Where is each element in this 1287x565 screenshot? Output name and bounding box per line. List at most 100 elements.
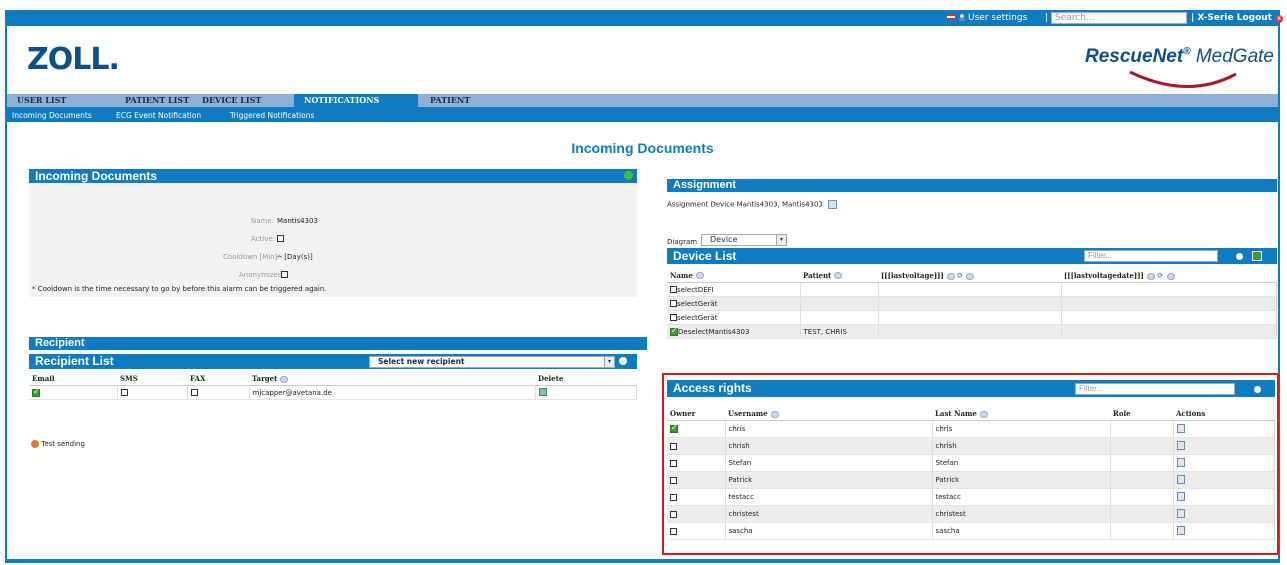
- header: ZOLL. RescueNet® MedGate: [7, 26, 1278, 94]
- col-email[interactable]: Email: [29, 372, 117, 386]
- owner-checkbox[interactable]: [667, 522, 726, 540]
- anonymized-label: Anonymized:: [239, 271, 285, 279]
- table-row[interactable]: selectGerät: [667, 296, 1277, 311]
- logout-label: X-Serie Logout: [1197, 13, 1272, 23]
- col-sms[interactable]: SMS: [117, 372, 187, 386]
- access-filter-icon[interactable]: [1254, 386, 1261, 393]
- sort-icon[interactable]: [979, 410, 988, 418]
- anonymized-checkbox[interactable]: [281, 270, 288, 278]
- device-name-cell[interactable]: selectDEFI: [667, 282, 801, 297]
- test-sending-icon: [31, 440, 39, 448]
- table-row[interactable]: testacc testacc: [667, 488, 1275, 506]
- add-recipient-icon[interactable]: [619, 357, 627, 365]
- owner-checkbox[interactable]: [667, 437, 726, 455]
- email-checkbox[interactable]: [29, 385, 118, 400]
- select-checkbox[interactable]: [670, 286, 677, 293]
- close-icon: x: [1275, 15, 1284, 23]
- action-edit-icon[interactable]: [1173, 471, 1275, 489]
- owner-checkbox[interactable]: [667, 505, 726, 523]
- table-row[interactable]: Patrick Patrick: [667, 471, 1275, 489]
- select-checkbox[interactable]: [670, 314, 677, 321]
- table-row[interactable]: selectGerät: [667, 310, 1277, 325]
- incoming-documents-title: Incoming Documents: [35, 169, 158, 183]
- table-row[interactable]: chrish chrish: [667, 437, 1275, 455]
- sort-icon[interactable]: [1146, 272, 1155, 280]
- owner-checkbox[interactable]: [667, 420, 726, 438]
- device-name-cell[interactable]: DeselectMantis4303: [667, 324, 801, 339]
- deselect-checkbox[interactable]: [670, 326, 678, 336]
- table-row[interactable]: chris chris: [667, 420, 1275, 438]
- action-edit-icon[interactable]: [1173, 488, 1275, 506]
- owner-checkbox[interactable]: [667, 488, 726, 506]
- export-excel-icon[interactable]: [1252, 251, 1262, 261]
- sort-icon[interactable]: [834, 272, 843, 279]
- device-filter-icon[interactable]: [1236, 253, 1243, 260]
- sort-icon[interactable]: [695, 272, 704, 279]
- incoming-documents-form: Name: Mantis4303 Active: Cooldown [Min]*…: [29, 183, 637, 297]
- flag-icon[interactable]: [947, 13, 955, 23]
- table-row[interactable]: sascha sascha: [667, 522, 1275, 540]
- test-sending-link[interactable]: Test sending: [31, 440, 85, 448]
- table-row[interactable]: selectDEFI: [667, 282, 1277, 297]
- action-edit-icon[interactable]: [1173, 454, 1275, 472]
- col-name[interactable]: Name: [667, 268, 800, 283]
- tab-patient[interactable]: PATIENT: [420, 94, 480, 107]
- username-cell: sascha: [725, 522, 933, 540]
- sort-icon[interactable]: [946, 272, 955, 280]
- select-new-recipient[interactable]: Select new recipient ▾: [369, 356, 615, 368]
- action-edit-icon[interactable]: [1173, 522, 1275, 540]
- name-value: Mantis4303: [277, 217, 318, 225]
- col-name-label: Name: [670, 270, 693, 280]
- col-lastname-label: Last Name: [935, 409, 977, 418]
- info-icon[interactable]: [966, 272, 975, 280]
- col-target[interactable]: Target: [249, 372, 535, 386]
- subnav-incoming-documents[interactable]: Incoming Documents: [12, 111, 92, 120]
- owner-checkbox[interactable]: [667, 471, 726, 489]
- sms-checkbox[interactable]: [117, 385, 188, 400]
- delete-icon[interactable]: [535, 385, 637, 400]
- select-checkbox[interactable]: [670, 300, 677, 307]
- table-row[interactable]: DeselectMantis4303 TEST, CHRIS: [667, 324, 1277, 339]
- tab-device-list[interactable]: DEVICE LIST: [192, 94, 292, 107]
- search-input[interactable]: Search...: [1051, 12, 1187, 24]
- refresh-icon[interactable]: ⟳: [1157, 270, 1164, 280]
- col-lastname[interactable]: Last Name: [932, 407, 1110, 421]
- device-name-cell[interactable]: selectGerät: [667, 310, 801, 325]
- subnav-triggered-notifications[interactable]: Triggered Notifications: [230, 111, 314, 120]
- zoll-logo: ZOLL.: [27, 42, 120, 77]
- col-fax[interactable]: FAX: [187, 372, 249, 386]
- device-list-title: Device List: [673, 249, 737, 263]
- owner-checkbox[interactable]: [667, 454, 726, 472]
- access-filter-input[interactable]: Filter...: [1075, 383, 1235, 395]
- info-icon[interactable]: [1166, 272, 1175, 280]
- refresh-icon[interactable]: ⟳: [957, 270, 964, 280]
- user-settings-link[interactable]: User settings: [968, 13, 1027, 23]
- subnav-ecg-event-notification[interactable]: ECG Event Notification: [116, 111, 201, 120]
- table-row[interactable]: Stefan Stefan: [667, 454, 1275, 472]
- col-username[interactable]: Username: [725, 407, 932, 421]
- add-icon[interactable]: [624, 171, 633, 180]
- device-name-cell[interactable]: selectGerät: [667, 296, 801, 311]
- col-patient[interactable]: Patient: [800, 268, 878, 283]
- col-lastvoltagedate[interactable]: [[[lastvoltagedate]]] ⟳: [1061, 268, 1277, 283]
- sort-icon[interactable]: [280, 375, 289, 383]
- active-checkbox[interactable]: [277, 234, 284, 242]
- col-role[interactable]: Role: [1110, 407, 1173, 421]
- action-edit-icon[interactable]: [1173, 420, 1275, 438]
- cooldown-value[interactable]: -- [Day(s)]: [277, 253, 313, 261]
- action-edit-icon[interactable]: [1173, 505, 1275, 523]
- sort-icon[interactable]: [770, 410, 779, 418]
- col-username-label: Username: [728, 409, 768, 418]
- device-filter-input[interactable]: Filter...: [1084, 250, 1218, 262]
- device-patient-cell: TEST, CHRIS: [800, 324, 879, 339]
- col-owner[interactable]: Owner: [667, 407, 725, 421]
- tab-user-list[interactable]: USER LIST: [7, 94, 107, 107]
- tab-notifications[interactable]: NOTIFICATIONS: [294, 94, 418, 107]
- fax-checkbox[interactable]: [187, 385, 250, 400]
- logout-link[interactable]: | X-Serie Logout x: [1191, 13, 1284, 23]
- diagram-select[interactable]: Device ▾: [701, 234, 787, 246]
- action-edit-icon[interactable]: [1173, 437, 1275, 455]
- col-lastvoltage[interactable]: [[[lastvoltage]]] ⟳: [878, 268, 1061, 283]
- table-row[interactable]: christest christest: [667, 505, 1275, 523]
- assignment-edit-icon[interactable]: [828, 200, 838, 209]
